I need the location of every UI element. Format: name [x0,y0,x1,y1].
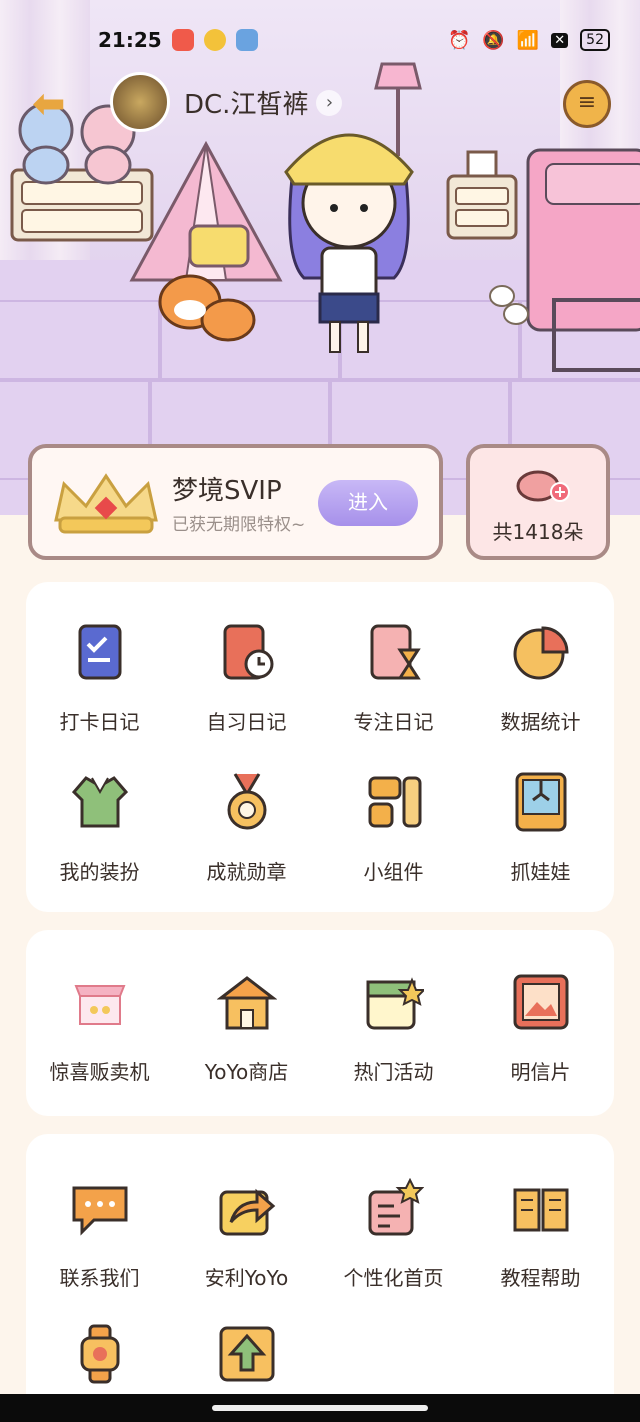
slippers [489,285,529,325]
medal-icon [227,773,266,830]
avatar-character [284,133,414,353]
statistics-item[interactable]: 数据统计 [467,622,614,735]
vending-machine-item[interactable]: 惊喜贩卖机 [26,972,173,1085]
outfit-item[interactable]: 我的装扮 [26,772,173,885]
svip-enter-button[interactable]: 进入 [318,480,418,526]
statistics-icon [513,626,569,680]
share-icon [219,1188,275,1236]
watch-icon [80,1324,119,1384]
postcard-icon [513,974,568,1030]
study-diary-item[interactable]: 自习日记 [173,622,320,735]
home-indicator[interactable] [212,1405,428,1411]
svip-card[interactable]: 梦境SVIP 已获无期限特权~ 进入 [28,444,443,560]
status-bar: 21:25 ⏰ 🔕 📶 ✕ 52 [0,0,640,80]
claw-machine-icon [515,772,566,832]
checkin-diary-item[interactable]: 打卡日记 [26,622,173,735]
events-item[interactable]: 热门活动 [320,972,467,1085]
system-nav-bar [0,1394,640,1422]
back-arrow-icon[interactable]: ⬅ [32,84,78,124]
status-time: 21:25 [98,28,162,52]
bed [526,148,640,372]
svip-title: 梦境SVIP [172,476,282,506]
focus-diary-icon [370,624,421,680]
widget-icon [368,776,421,828]
tutorial-icon [513,1188,568,1232]
notification-app-icon [171,29,194,51]
svip-subtitle: 已获无期限特权~ [172,515,306,535]
avatar[interactable] [110,72,170,132]
settings-sliders-icon[interactable]: ≡ [563,80,611,128]
update-icon [219,1326,274,1382]
battery-indicator: 52 [580,29,610,51]
customize-home-icon [368,1177,424,1236]
checkin-diary-icon [78,624,121,680]
nightstand [446,150,518,240]
mute-icon: 🔕 [482,29,505,51]
shop-panel: 惊喜贩卖机 YoYo商店 热门活动 明信片 [26,930,614,1116]
claw-machine-item[interactable]: 抓娃娃 [467,772,614,885]
close-box-icon: ✕ [551,32,569,48]
fox-pet [158,274,256,342]
postcard-item[interactable]: 明信片 [467,972,614,1085]
flower-bundle-icon [516,470,570,502]
flower-count: 共1418朵 [492,520,584,544]
tutorial-item[interactable]: 教程帮助 [467,1178,614,1291]
alarm-icon: ⏰ [448,29,471,51]
medal-item[interactable]: 成就勋章 [173,772,320,885]
outfit-icon [71,776,128,828]
vending-machine-icon [74,985,125,1025]
shop-item[interactable]: YoYo商店 [173,972,320,1085]
profile-name-row[interactable]: DC.江皙裤 › [184,84,343,121]
study-diary-icon [223,624,273,680]
customize-home-item[interactable]: 个性化首页 [320,1177,467,1291]
watch-item[interactable] [26,1324,173,1388]
contact-icon [72,1186,127,1236]
update-item[interactable] [173,1324,320,1388]
flowers-card[interactable]: 共1418朵 [466,444,610,560]
shop-icon [216,976,277,1030]
contact-item[interactable]: 联系我们 [26,1178,173,1291]
features-panel: 打卡日记 自习日记 专注日记 数据统计 我的装扮 成就勋章 小组件 抓娃娃 [26,582,614,912]
wifi-icon: 📶 [516,29,540,51]
events-icon [366,977,426,1030]
settings-panel: 联系我们 安利YoYo 个性化首页 教程帮助 [26,1134,614,1422]
game-app-icon [235,29,258,51]
widget-item[interactable]: 小组件 [320,772,467,885]
crown-icon [54,473,158,534]
chevron-right-icon: › [316,89,343,116]
focus-diary-item[interactable]: 专注日记 [320,622,467,735]
share-item[interactable]: 安利YoYo [173,1178,320,1291]
weibo-icon [203,29,226,51]
username: DC.江皙裤 [184,90,309,120]
